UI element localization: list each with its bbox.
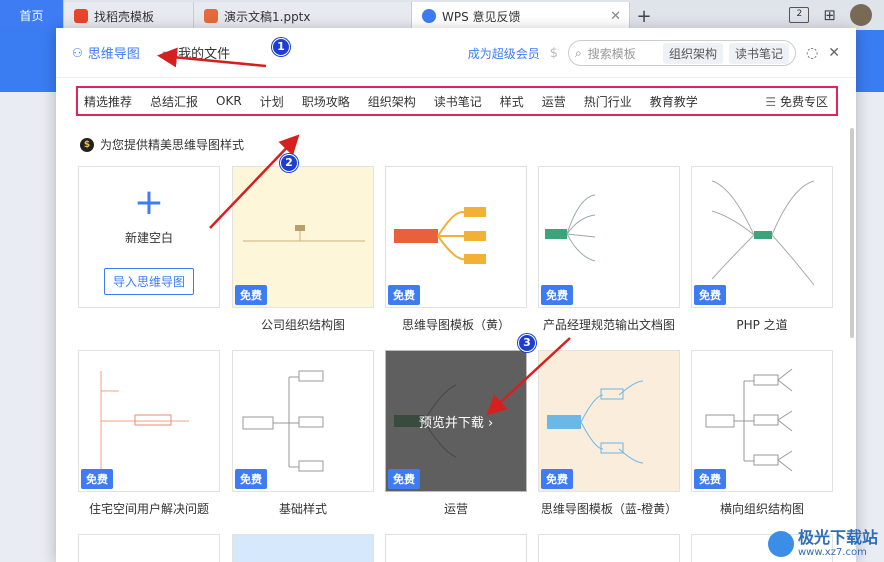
category-item[interactable]: OKR bbox=[216, 94, 242, 108]
template-card[interactable]: 免费 bbox=[232, 350, 374, 492]
template-card[interactable] bbox=[385, 534, 527, 562]
menu-icon: ☰ bbox=[765, 95, 780, 109]
free-badge: 免费 bbox=[388, 469, 420, 489]
folder-icon: ▭ bbox=[161, 45, 174, 60]
template-card[interactable]: 免费 bbox=[691, 166, 833, 308]
dialog-header: ⚇ 思维导图 ▭ 我的文件 成为超级会员 $ ⌕ 搜索模板 组织架构 读书笔记 … bbox=[56, 28, 856, 78]
template-title: 运营 bbox=[443, 502, 468, 516]
annotation-badge-1: 1 bbox=[272, 38, 290, 56]
template-card[interactable]: 免费 bbox=[232, 166, 374, 308]
free-badge: 免费 bbox=[81, 469, 113, 489]
annotation-badge-3: 3 bbox=[518, 334, 536, 352]
free-badge: 免费 bbox=[235, 285, 267, 305]
ppt-icon bbox=[204, 9, 218, 23]
annotation-badge-2: 2 bbox=[280, 154, 298, 172]
free-badge: 免费 bbox=[694, 285, 726, 305]
wps-icon bbox=[422, 9, 436, 23]
free-badge: 免费 bbox=[694, 469, 726, 489]
watermark: 极光下载站 www.xz7.com bbox=[767, 528, 878, 558]
mindmap-dialog: ⚇ 思维导图 ▭ 我的文件 成为超级会员 $ ⌕ 搜索模板 组织架构 读书笔记 … bbox=[56, 28, 856, 562]
grid-apps-icon[interactable]: ⊞ bbox=[823, 6, 836, 24]
template-title: PHP 之道 bbox=[736, 318, 788, 332]
template-title: 住宅空间用户解决问题 bbox=[88, 502, 209, 516]
template-card-hovered[interactable]: 预览并下载 › 免费 bbox=[385, 350, 527, 492]
tab-mindmap-label: 思维导图 bbox=[87, 47, 140, 62]
template-title: 思维导图模板（蓝-橙黄） bbox=[540, 502, 678, 516]
section-title: $ 为您提供精美思维导图样式 bbox=[80, 136, 244, 153]
search-input[interactable]: ⌕ 搜索模板 组织架构 读书笔记 bbox=[568, 40, 797, 66]
template-title: 公司组织结构图 bbox=[260, 318, 345, 332]
tab-bar: 首页 找稻壳模板 演示文稿1.pptx WPS 意见反馈 ✕ + 2 ⊞ bbox=[0, 0, 884, 30]
import-mindmap-button[interactable]: 导入思维导图 bbox=[103, 268, 194, 295]
tab-my-files-label: 我的文件 bbox=[178, 47, 231, 62]
template-card[interactable]: 免费 bbox=[78, 350, 220, 492]
coin-icon: $ bbox=[549, 45, 559, 61]
category-item[interactable]: 精选推荐 bbox=[84, 93, 132, 110]
mindmap-icon: ⚇ bbox=[72, 45, 83, 60]
tab-wps-feedback[interactable]: WPS 意见反馈 ✕ bbox=[412, 2, 630, 30]
search-icon: ⌕ bbox=[575, 45, 582, 60]
template-title: 横向组织结构图 bbox=[719, 502, 804, 516]
docer-icon bbox=[74, 9, 88, 23]
template-card[interactable] bbox=[538, 534, 680, 562]
close-icon[interactable]: ✕ bbox=[610, 9, 621, 24]
tab-label: 找稻壳模板 bbox=[94, 9, 155, 24]
tab-label: WPS 意见反馈 bbox=[442, 9, 521, 24]
template-title: 产品经理规范输出文档图 bbox=[542, 318, 675, 332]
free-badge: 免费 bbox=[235, 469, 267, 489]
template-card[interactable]: 免费 bbox=[385, 166, 527, 308]
category-item[interactable]: 职场攻略 bbox=[302, 93, 350, 110]
tab-label: 演示文稿1.pptx bbox=[224, 9, 311, 24]
category-item[interactable]: 运营 bbox=[542, 93, 566, 110]
message-icon[interactable]: ◌ bbox=[806, 45, 818, 61]
category-item[interactable]: 计划 bbox=[260, 93, 284, 110]
category-item[interactable]: 读书笔记 bbox=[434, 93, 482, 110]
tab-docer-templates[interactable]: 找稻壳模板 bbox=[64, 2, 194, 30]
preview-download-button[interactable]: 预览并下载 › bbox=[419, 412, 493, 431]
template-card[interactable]: 免费 bbox=[691, 350, 833, 492]
search-placeholder: 搜索模板 bbox=[587, 46, 636, 61]
tab-my-files[interactable]: ▭ 我的文件 bbox=[161, 43, 231, 63]
avatar[interactable] bbox=[850, 4, 872, 26]
category-item[interactable]: 热门行业 bbox=[584, 93, 632, 110]
category-item[interactable]: 样式 bbox=[500, 93, 524, 110]
category-item[interactable]: 组织架构 bbox=[368, 93, 416, 110]
plus-icon: + bbox=[133, 182, 165, 223]
template-card[interactable]: 免费 bbox=[538, 350, 680, 492]
watermark-logo bbox=[767, 530, 794, 557]
tab-home[interactable]: 首页 bbox=[0, 0, 64, 30]
new-blank-card[interactable]: + 新建空白 导入思维导图 bbox=[78, 166, 220, 308]
free-badge: 免费 bbox=[541, 285, 573, 305]
template-card[interactable]: 免费 bbox=[538, 166, 680, 308]
close-icon[interactable]: ✕ bbox=[828, 45, 840, 61]
coin-badge-icon: $ bbox=[80, 137, 94, 152]
template-card[interactable] bbox=[232, 534, 374, 562]
screens-icon[interactable]: 2 bbox=[789, 7, 810, 23]
template-title: 思维导图模板（黄） bbox=[401, 318, 510, 332]
watermark-name: 极光下载站 bbox=[797, 528, 878, 547]
tab-presentation[interactable]: 演示文稿1.pptx bbox=[194, 2, 412, 30]
category-item[interactable]: 教育教学 bbox=[650, 93, 698, 110]
free-zone-link[interactable]: ☰ 免费专区 bbox=[765, 93, 828, 110]
section-title-text: 为您提供精美思维导图样式 bbox=[100, 138, 245, 152]
search-chip-notes[interactable]: 读书笔记 bbox=[729, 42, 790, 64]
category-bar: 精选推荐 总结汇报 OKR 计划 职场攻略 组织架构 读书笔记 样式 运营 热门… bbox=[76, 86, 838, 116]
free-badge: 免费 bbox=[388, 285, 420, 305]
template-card[interactable] bbox=[78, 534, 220, 562]
free-zone-label: 免费专区 bbox=[779, 95, 828, 109]
become-vip-link[interactable]: 成为超级会员 bbox=[468, 45, 540, 62]
new-blank-label: 新建空白 bbox=[124, 231, 173, 245]
scrollbar[interactable] bbox=[850, 128, 854, 338]
new-tab-button[interactable]: + bbox=[630, 2, 658, 30]
category-item[interactable]: 总结汇报 bbox=[150, 93, 198, 110]
template-title: 基础样式 bbox=[278, 502, 327, 516]
free-badge: 免费 bbox=[541, 469, 573, 489]
tab-mindmap[interactable]: ⚇ 思维导图 bbox=[72, 43, 140, 63]
watermark-url: www.xz7.com bbox=[797, 547, 867, 558]
search-chip-org[interactable]: 组织架构 bbox=[663, 42, 724, 64]
